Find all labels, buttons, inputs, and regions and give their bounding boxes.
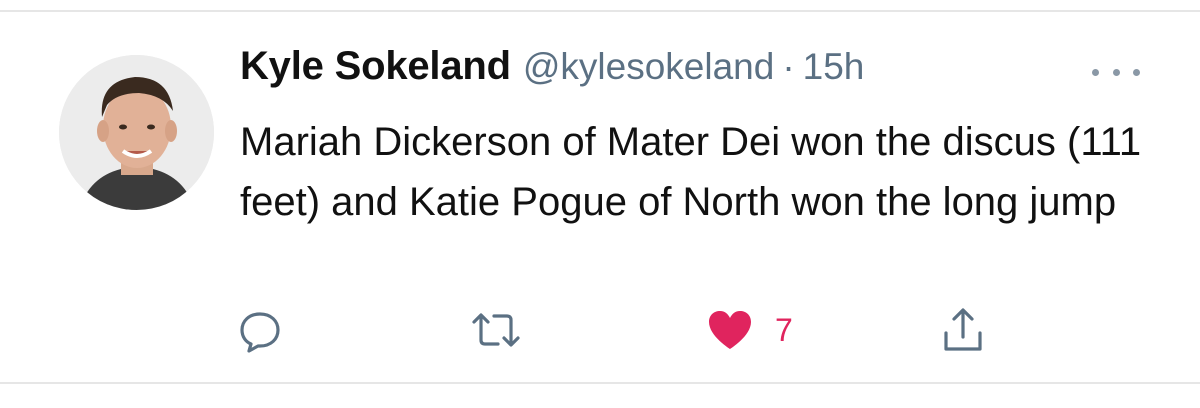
author-handle[interactable]: @kylesokeland xyxy=(523,46,774,88)
timestamp[interactable]: 15h xyxy=(803,46,865,88)
share-icon xyxy=(944,308,982,351)
like-count: 7 xyxy=(775,311,793,348)
retweet-icon xyxy=(472,313,520,347)
more-dot xyxy=(1133,68,1140,76)
like-button[interactable]: 7 xyxy=(707,300,793,360)
author-name[interactable]: Kyle Sokeland xyxy=(240,44,511,89)
more-dot xyxy=(1112,68,1120,76)
reply-bubble-icon xyxy=(240,312,280,353)
more-options-icon[interactable] xyxy=(1092,62,1140,82)
avatar-photo xyxy=(59,55,214,210)
share-button[interactable] xyxy=(938,300,988,360)
reply-button[interactable] xyxy=(236,300,284,360)
tweet-text: Mariah Dickerson of Mater Dei won the di… xyxy=(240,120,1142,224)
tweet-actions: 7 xyxy=(0,300,1200,360)
retweet-button[interactable] xyxy=(468,300,524,360)
heart-filled-icon xyxy=(709,311,751,349)
tweet-header: Kyle Sokeland @kylesokeland · 15h xyxy=(240,44,864,100)
more-dot xyxy=(1092,68,1099,76)
avatar[interactable] xyxy=(59,55,214,210)
bottom-divider xyxy=(0,382,1200,384)
separator-dot: · xyxy=(782,46,795,87)
tweet[interactable]: Kyle Sokeland @kylesokeland · 15h Mariah… xyxy=(0,0,1200,408)
